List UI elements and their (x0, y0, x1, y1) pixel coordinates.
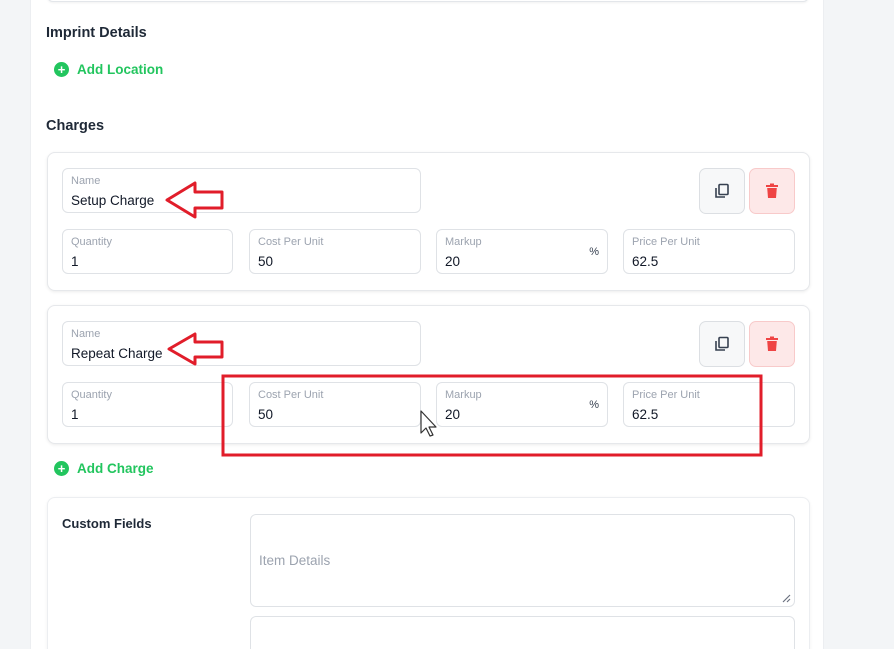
cost-per-unit-field[interactable]: Cost Per Unit 50 (249, 229, 421, 274)
percent-unit: % (589, 246, 599, 258)
plus-circle-icon: + (54, 461, 69, 476)
field-label: Quantity (71, 389, 112, 401)
field-value: 50 (258, 407, 274, 422)
field-label: Price Per Unit (632, 389, 700, 401)
resize-grip-icon[interactable] (781, 593, 791, 603)
markup-field[interactable]: Markup 20 % (436, 229, 608, 274)
plus-circle-icon: + (54, 62, 69, 77)
duplicate-charge-button[interactable] (699, 168, 745, 214)
field-label: Markup (445, 389, 482, 401)
percent-unit: % (589, 399, 599, 411)
charge-name-field[interactable]: Name Repeat Charge (62, 321, 421, 366)
trash-icon (766, 336, 778, 351)
cost-per-unit-field[interactable]: Cost Per Unit 50 (249, 382, 421, 427)
delete-charge-button[interactable] (749, 321, 795, 367)
field-label: Cost Per Unit (258, 389, 324, 401)
copy-icon (715, 183, 729, 198)
form-panel: Imprint Details + Add Location Charges N… (30, 0, 824, 649)
field-label: Name (71, 175, 101, 187)
quantity-field[interactable]: Quantity 1 (62, 382, 233, 427)
field-value: Setup Charge (71, 193, 155, 208)
add-location-label: Add Location (77, 62, 164, 77)
copy-icon (715, 336, 729, 351)
quantity-field[interactable]: Quantity 1 (62, 229, 233, 274)
charge-card-setup: Name Setup Charge Quantity 1 Cost Per Un… (47, 152, 810, 291)
field-value: Repeat Charge (71, 346, 163, 361)
add-charge-label: Add Charge (77, 461, 154, 476)
field-value: 62.5 (632, 407, 659, 422)
delete-charge-button[interactable] (749, 168, 795, 214)
item-details-placeholder: Item Details (259, 553, 331, 568)
price-per-unit-field[interactable]: Price Per Unit 62.5 (623, 382, 795, 427)
field-label: Cost Per Unit (258, 236, 324, 248)
previous-card (47, 0, 809, 2)
duplicate-charge-button[interactable] (699, 321, 745, 367)
custom-fields-title: Custom Fields (62, 516, 152, 531)
field-label: Markup (445, 236, 482, 248)
add-location-button[interactable]: + Add Location (54, 62, 163, 77)
custom-fields-card: Custom Fields Item Details (47, 497, 810, 649)
field-value: 1 (71, 407, 79, 422)
field-value: 1 (71, 254, 79, 269)
imprint-details-title: Imprint Details (46, 25, 147, 41)
price-per-unit-field[interactable]: Price Per Unit 62.5 (623, 229, 795, 274)
field-label: Quantity (71, 236, 112, 248)
field-value: 20 (445, 254, 461, 269)
add-charge-button[interactable]: + Add Charge (54, 461, 154, 476)
field-value: 50 (258, 254, 274, 269)
item-details-textarea[interactable]: Item Details (250, 514, 795, 607)
field-label: Price Per Unit (632, 236, 700, 248)
charge-name-field[interactable]: Name Setup Charge (62, 168, 421, 213)
charge-card-repeat: Name Repeat Charge Quantity 1 Cost Per U… (47, 305, 810, 444)
field-value: 20 (445, 407, 461, 422)
trash-icon (766, 183, 778, 198)
custom-field-textarea[interactable] (250, 616, 795, 649)
field-label: Name (71, 328, 101, 340)
markup-field[interactable]: Markup 20 % (436, 382, 608, 427)
field-value: 62.5 (632, 254, 659, 269)
charges-title: Charges (46, 118, 105, 134)
